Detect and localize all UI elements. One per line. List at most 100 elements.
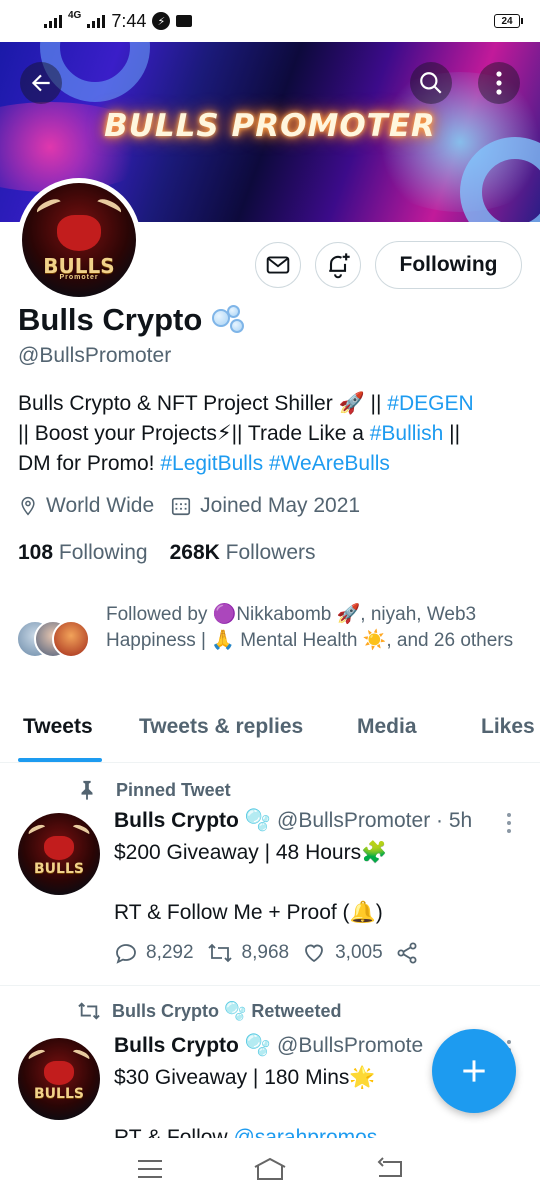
calendar-icon — [172, 497, 191, 516]
back-button[interactable] — [20, 62, 62, 104]
tweet-line: RT & Follow Me + Proof (🔔) — [114, 901, 383, 924]
following-button[interactable]: Following — [375, 241, 522, 289]
reply-icon — [116, 944, 136, 964]
tweet-author-name[interactable]: Bulls Crypto — [114, 1034, 239, 1058]
profile-avatar[interactable]: BULLS Promoter — [17, 178, 141, 302]
home-icon — [254, 1157, 286, 1180]
tweet-header: Bulls Crypto 🫧 @BullsPromote — [114, 1034, 423, 1058]
active-tab-indicator — [18, 758, 102, 762]
share-button[interactable] — [395, 941, 419, 965]
tweet-context: Pinned Tweet — [76, 779, 231, 801]
pin-icon — [81, 780, 93, 801]
mention-link[interactable]: @sarahpromos — [233, 1126, 377, 1138]
like-count: 3,005 — [335, 942, 383, 963]
location-text: World Wide — [46, 494, 155, 517]
more-options-button[interactable] — [478, 62, 520, 104]
status-time: 7:44 — [111, 10, 147, 31]
tweet-text: $200 Giveaway | 48 Hours🧩 RT & Follow Me… — [114, 838, 514, 928]
tweet-actions: 8,292 8,968 3,005 — [114, 941, 431, 965]
message-button[interactable] — [255, 242, 301, 288]
bubbles-emoji-icon: 🫧 — [244, 1034, 271, 1057]
tweet-author-name[interactable]: Bulls Crypto — [114, 809, 239, 833]
share-icon — [397, 942, 417, 964]
tweet-context: Bulls Crypto 🫧 Retweeted — [76, 1000, 341, 1022]
location-pin-icon — [21, 496, 35, 516]
bubbles-emoji-icon — [212, 305, 248, 335]
username: @BullsPromoter — [18, 344, 172, 367]
tweet-line: RT & Follow @sarahpromos — [114, 1123, 514, 1138]
follow-counts: 108 Following 268K Followers — [18, 541, 316, 565]
bubbles-emoji-icon: 🫧 — [244, 809, 271, 832]
display-name: Bulls Crypto — [18, 302, 248, 338]
tab-tweets-replies[interactable]: Tweets & replies — [139, 715, 303, 739]
retweet-icon — [207, 943, 232, 963]
more-vertical-icon — [496, 71, 502, 95]
avatar-logo-text: BULLS — [34, 860, 84, 877]
profile-tabs: Tweets Tweets & replies Media Likes — [0, 703, 540, 763]
retweet-button[interactable]: 8,968 — [206, 941, 289, 965]
followers-count-link[interactable]: 268K Followers — [170, 541, 316, 565]
avatar-logo-subtext: Promoter — [59, 274, 99, 282]
system-back-button[interactable] — [370, 1154, 410, 1184]
followed-by-text: Followed by 🟣Nikkabomb 🚀, niyah, Web3 Ha… — [106, 604, 514, 651]
tweet-header: Bulls Crypto 🫧 @BullsPromoter · 5h — [114, 809, 472, 833]
retweet-icon — [78, 1002, 100, 1020]
hashtag-link[interactable]: #Bullish — [370, 422, 444, 445]
tweet-avatar[interactable]: BULLS — [18, 813, 100, 895]
tweet-line: $200 Giveaway | 48 Hours🧩 — [114, 841, 388, 864]
home-button[interactable] — [250, 1154, 290, 1184]
bio-text: || — [443, 422, 461, 445]
tab-tweets[interactable]: Tweets — [23, 715, 93, 739]
battery-icon: 24 — [494, 14, 523, 28]
bio-text: Bulls Crypto & NFT Project Shiller 🚀 || — [18, 392, 388, 415]
horn-shape — [26, 1047, 47, 1064]
messenger-icon: ⚡ — [152, 12, 171, 30]
mail-notification-icon — [176, 15, 193, 27]
follower-avatars — [16, 620, 96, 660]
tweet-author-handle: @BullsPromote — [277, 1034, 424, 1057]
followers-label: Followers — [225, 541, 316, 564]
avatar-logo-text: BULLS — [34, 1085, 84, 1102]
bull-head-shape — [44, 1060, 74, 1085]
recent-apps-button[interactable] — [130, 1154, 170, 1184]
display-name-text: Bulls Crypto — [18, 302, 203, 337]
bio-text: || Boost your Projects⚡|| Trade Like a — [18, 422, 370, 445]
reply-button[interactable]: 8,292 — [114, 941, 194, 965]
bull-head-shape — [57, 214, 101, 251]
plus-icon — [463, 1060, 485, 1082]
retweeted-label: Bulls Crypto 🫧 Retweeted — [112, 1000, 342, 1021]
tab-likes[interactable]: Likes — [481, 715, 535, 739]
hashtag-link[interactable]: #DEGEN — [387, 392, 473, 415]
tweet-author-handle: @BullsPromoter · 5h — [277, 809, 473, 832]
location: World Wide — [18, 494, 154, 518]
hashtag-link[interactable]: #WeAreBulls — [269, 452, 390, 475]
profile-meta: World Wide Joined May 2021 — [18, 494, 360, 518]
bull-head-shape — [44, 835, 74, 860]
tab-media[interactable]: Media — [357, 715, 417, 739]
bio: Bulls Crypto & NFT Project Shiller 🚀 || … — [18, 389, 518, 479]
compose-tweet-button[interactable] — [432, 1029, 516, 1113]
tweet-more-icon[interactable] — [506, 813, 512, 833]
horn-shape — [34, 196, 63, 219]
tweet-avatar[interactable]: BULLS — [18, 1038, 100, 1120]
envelope-icon — [266, 256, 290, 274]
join-date-text: Joined May 2021 — [200, 494, 361, 517]
horn-shape — [95, 196, 124, 219]
horn-shape — [71, 1047, 92, 1064]
tweet[interactable]: Pinned Tweet BULLS Bulls Crypto 🫧 @Bulls… — [0, 763, 540, 985]
join-date: Joined May 2021 — [170, 494, 360, 518]
notifications-button[interactable] — [315, 242, 361, 288]
followed-by[interactable]: Followed by 🟣Nikkabomb 🚀, niyah, Web3 Ha… — [16, 602, 526, 660]
following-label: Following — [58, 541, 148, 564]
like-button[interactable]: 3,005 — [301, 941, 383, 965]
pinned-label: Pinned Tweet — [116, 779, 231, 800]
status-bar: 4G 7:44 ⚡ 24 — [0, 0, 540, 42]
menu-lines-icon — [138, 1160, 162, 1178]
hashtag-link[interactable]: #LegitBulls — [160, 452, 263, 475]
following-count: 108 — [18, 541, 54, 564]
search-button[interactable] — [410, 62, 452, 104]
following-count-link[interactable]: 108 Following — [18, 541, 148, 565]
signal-icon-2 — [87, 14, 106, 28]
signal-icon — [44, 14, 62, 28]
followers-count: 268K — [169, 541, 220, 564]
